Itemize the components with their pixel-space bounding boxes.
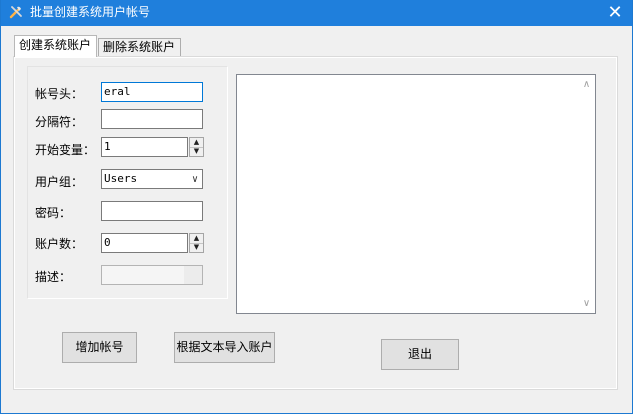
import-from-text-button[interactable]: 根据文本导入账户 xyxy=(174,332,275,363)
account-count-input[interactable]: 0 xyxy=(101,233,188,253)
separator-label: 分隔符： xyxy=(35,115,84,129)
start-variable-label: 开始变量： xyxy=(35,143,96,157)
user-group-label: 用户组： xyxy=(35,175,84,189)
title-bar: 批量创建系统用户帐号 ✕ xyxy=(1,0,632,26)
tools-icon xyxy=(9,6,22,19)
description-label: 描述： xyxy=(35,270,72,284)
scroll-up-icon[interactable]: ∧ xyxy=(578,79,595,90)
add-account-button[interactable]: 增加帐号 xyxy=(62,332,137,363)
account-count-label: 账户数： xyxy=(35,237,84,251)
exit-button[interactable]: 退出 xyxy=(381,339,459,370)
spin-down-icon[interactable]: ▼ xyxy=(190,243,203,252)
start-variable-spinner[interactable]: ▲ ▼ xyxy=(189,137,204,157)
spin-down-icon[interactable]: ▼ xyxy=(190,147,203,156)
close-icon[interactable]: ✕ xyxy=(598,0,632,26)
account-prefix-label: 帐号头： xyxy=(35,87,84,101)
account-count-spinner[interactable]: ▲ ▼ xyxy=(189,233,204,253)
user-group-value: Users xyxy=(104,172,138,185)
scroll-down-icon[interactable]: ∨ xyxy=(578,298,595,309)
account-prefix-input[interactable]: eral xyxy=(101,82,203,102)
output-textarea[interactable]: ∧ ∨ xyxy=(236,74,596,314)
window-title: 批量创建系统用户帐号 xyxy=(30,5,151,19)
description-input[interactable] xyxy=(101,265,203,285)
chevron-down-icon[interactable]: ∨ xyxy=(192,171,198,188)
start-variable-input[interactable]: 1 xyxy=(101,137,188,157)
tab-create-accounts[interactable]: 创建系统账户 xyxy=(14,35,97,57)
vertical-scrollbar[interactable]: ∧ ∨ xyxy=(578,75,595,313)
separator-input[interactable] xyxy=(101,109,203,129)
password-input[interactable] xyxy=(101,201,203,221)
tab-delete-accounts[interactable]: 删除系统账户 xyxy=(98,38,181,56)
user-group-select[interactable]: Users ∨ xyxy=(101,169,203,189)
app-window: 批量创建系统用户帐号 ✕ 创建系统账户 删除系统账户 帐号头： eral 分隔符… xyxy=(0,0,633,414)
password-label: 密码： xyxy=(35,206,72,220)
